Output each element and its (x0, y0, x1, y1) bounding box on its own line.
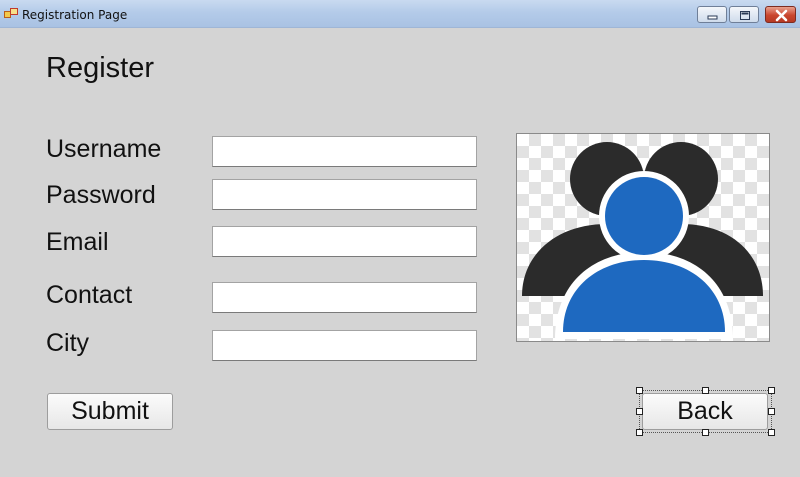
maximize-button[interactable] (729, 6, 759, 23)
username-label: Username (46, 135, 162, 163)
resize-handle-bottom-left[interactable] (636, 429, 643, 436)
close-button[interactable] (765, 6, 796, 23)
username-input[interactable] (212, 136, 477, 167)
restore-icon (740, 11, 750, 20)
resize-handle-bottom-right[interactable] (768, 429, 775, 436)
city-label: City (46, 329, 90, 357)
submit-button[interactable]: Submit (47, 393, 173, 430)
app-icon (4, 8, 18, 18)
contact-input[interactable] (212, 282, 477, 313)
minimize-button[interactable] (697, 6, 727, 23)
email-label: Email (46, 228, 109, 256)
password-input[interactable] (212, 179, 477, 210)
email-input[interactable] (212, 226, 477, 257)
minimize-icon (707, 15, 718, 20)
user-picture-box (516, 133, 770, 342)
users-group-icon (522, 142, 763, 339)
resize-handle-left[interactable] (636, 408, 643, 415)
page-heading: Register (46, 52, 154, 84)
resize-handle-top-right[interactable] (768, 387, 775, 394)
selection-frame (639, 390, 772, 433)
resize-handle-right[interactable] (768, 408, 775, 415)
resize-handle-top-left[interactable] (636, 387, 643, 394)
window-title: Registration Page (22, 8, 128, 22)
city-input[interactable] (212, 330, 477, 361)
resize-handle-top[interactable] (702, 387, 709, 394)
contact-label: Contact (46, 281, 133, 309)
close-icon (775, 9, 788, 22)
password-label: Password (46, 181, 156, 209)
resize-handle-bottom[interactable] (702, 429, 709, 436)
title-bar: Registration Page (0, 0, 800, 28)
